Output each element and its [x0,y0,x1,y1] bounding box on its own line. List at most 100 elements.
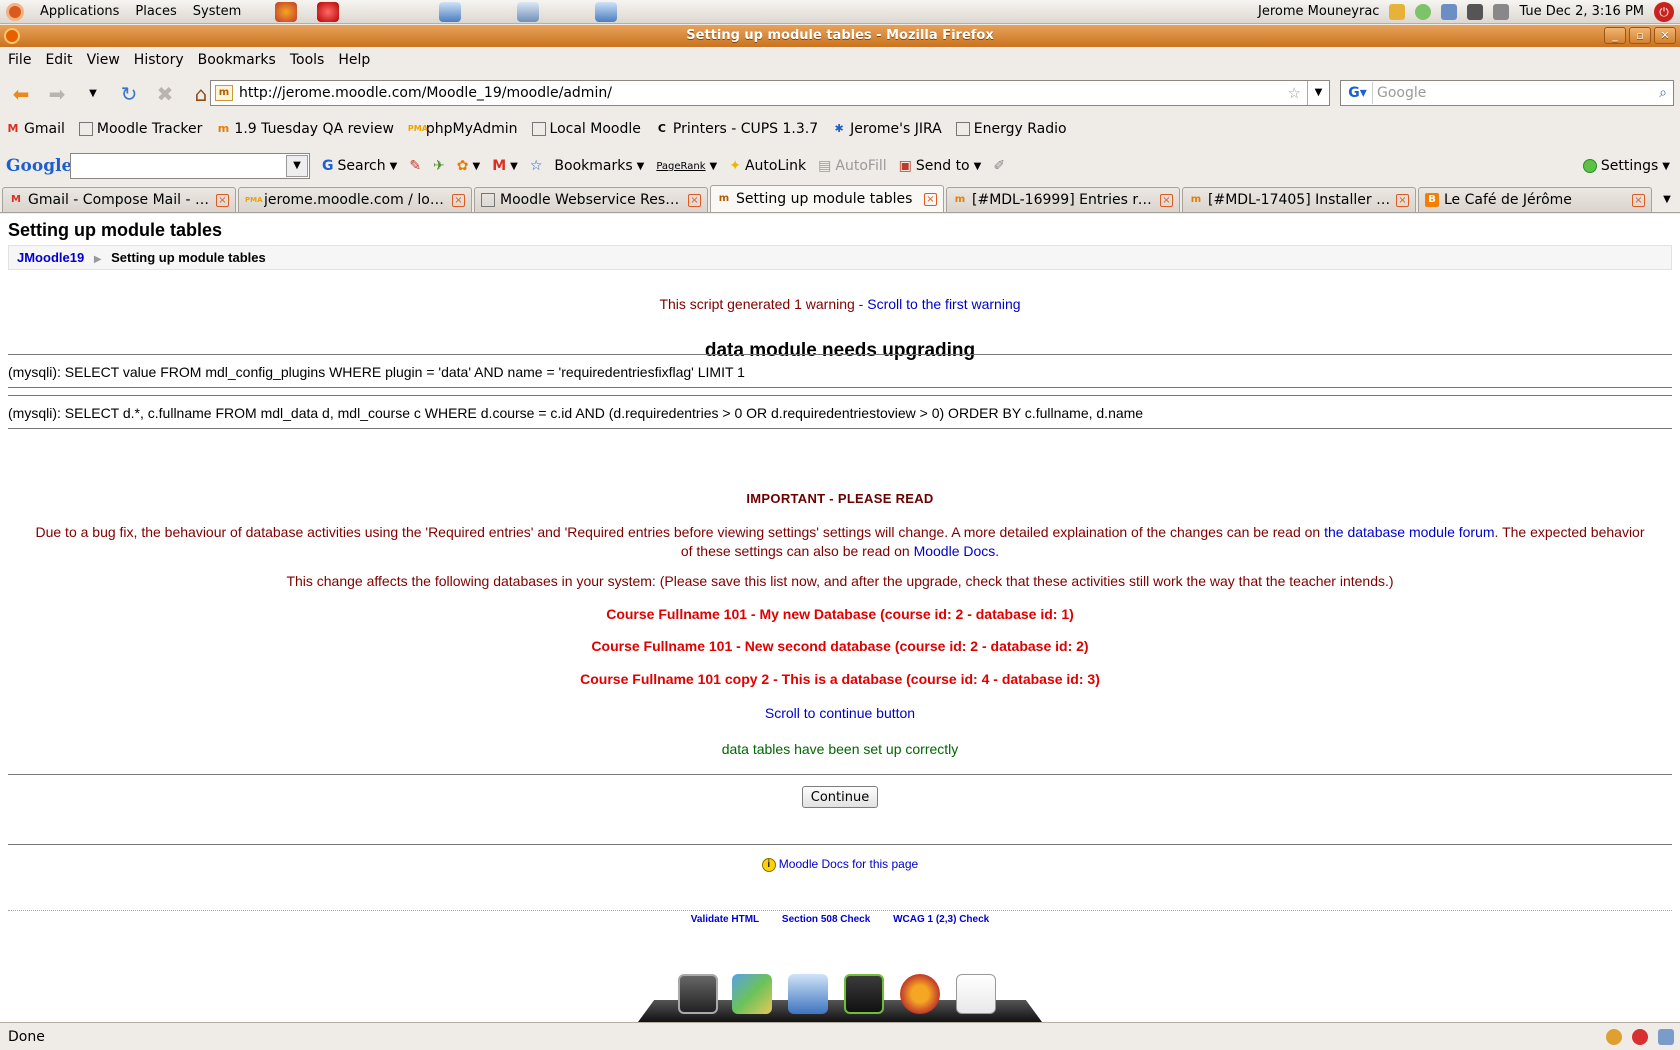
breadcrumb-root-link[interactable]: JMoodle19 [17,250,84,265]
url-dropdown-icon[interactable]: ▼ [1307,81,1329,105]
bookmark-moodle-tracker[interactable]: Moodle Tracker [78,121,202,137]
menu-help[interactable]: Help [338,52,370,68]
terminal-icon[interactable] [678,974,718,1014]
back-icon[interactable]: ⬅ [8,81,34,107]
bugfix-note: Due to a bug fix, the behaviour of datab… [35,524,1645,559]
section-508-link[interactable]: Section 508 Check [782,914,870,925]
update-icon[interactable] [1441,3,1458,20]
translate-icon[interactable]: ✈ [433,158,445,174]
bookmarks-star-icon[interactable]: ☆ [530,158,543,174]
system-menu[interactable]: System [193,4,241,19]
important-heading: IMPORTANT - PLEASE READ [746,491,934,506]
tab-le-cafe[interactable]: B Le Café de Jérôme × [1418,187,1652,212]
close-tab-icon[interactable]: × [452,193,465,207]
pagerank-indicator[interactable]: PageRank ▼ [656,161,717,172]
xchat-icon[interactable] [732,974,772,1014]
minimize-button[interactable]: _ [1604,27,1626,44]
tool-launcher-icon[interactable] [517,1,540,22]
virtualbox-launcher-icon[interactable] [439,1,462,22]
close-tab-icon[interactable]: × [1396,193,1409,207]
scroll-to-continue-link[interactable]: Scroll to continue button [765,705,915,721]
firefox-dock-icon[interactable] [900,974,940,1014]
close-tab-icon[interactable]: × [924,192,937,206]
close-tab-icon[interactable]: × [1160,193,1173,207]
tab-mdl-16999[interactable]: m [#MDL-16999] Entries req... × [946,187,1180,212]
keyboard-indicator-icon[interactable] [1389,3,1406,20]
google-bookmarks-button[interactable]: Bookmarks ▼ [554,158,644,174]
menu-file[interactable]: File [8,52,31,68]
bookmark-qa-review[interactable]: m 1.9 Tuesday QA review [216,121,394,137]
network-icon[interactable] [1415,3,1432,20]
system-monitor-icon[interactable] [844,974,884,1014]
google-search-button[interactable]: G Search ▼ [322,158,397,174]
menu-view[interactable]: View [87,52,120,68]
opera-launcher-icon[interactable] [317,1,340,22]
tab-phpmyadmin[interactable]: PMA jerome.moodle.com / local... × [238,187,472,212]
google-settings-button[interactable]: Settings ▼ [1582,158,1670,174]
moodle-docs-link[interactable]: Moodle Docs [914,543,996,559]
search-box[interactable]: G▾ Google ⌕ [1340,80,1674,106]
search-engine-icon[interactable]: G▾ [1343,82,1373,104]
autofill-button[interactable]: ▤ AutoFill [818,158,886,174]
extension-icon[interactable] [1658,1029,1674,1045]
validate-html-link[interactable]: Validate HTML [691,914,759,925]
continue-button[interactable]: Continue [802,786,878,808]
menu-bookmarks[interactable]: Bookmarks [198,52,276,68]
url-text[interactable]: http://jerome.moodle.com/Moodle_19/moodl… [239,85,612,101]
database-forum-link[interactable]: the database module forum [1324,524,1494,540]
bookmark-star-icon[interactable]: ☆ [1288,84,1301,102]
menu-tools[interactable]: Tools [290,52,325,68]
text-editor-icon[interactable] [956,974,996,1014]
search-placeholder[interactable]: Google [1377,85,1426,101]
places-menu[interactable]: Places [135,4,176,19]
close-window-button[interactable]: ✕ [1654,27,1676,44]
google-search-input[interactable]: ▼ [70,153,310,179]
url-bar[interactable]: m http://jerome.moodle.com/Moodle_19/moo… [210,80,1330,106]
virtualbox-icon[interactable] [788,974,828,1014]
autolink-button[interactable]: ✦ AutoLink [729,158,806,174]
menu-edit[interactable]: Edit [45,52,72,68]
error-icon[interactable] [1632,1029,1648,1045]
wcag-link[interactable]: WCAG 1 (2,3) Check [893,914,989,925]
menu-history[interactable]: History [134,52,184,68]
gadgets-icon[interactable]: ✿ ▼ [457,158,480,174]
tab-list-dropdown-icon[interactable]: ▼ [1654,187,1680,212]
addon-icon[interactable] [1606,1029,1622,1045]
history-dropdown-icon[interactable]: ▼ [80,81,106,107]
close-tab-icon[interactable]: × [1632,193,1645,207]
tab-setting-up-module-tables[interactable]: m Setting up module tables × [710,185,944,212]
window-titlebar[interactable]: Setting up module tables - Mozilla Firef… [0,25,1680,47]
clock[interactable]: Tue Dec 2, 3:16 PM [1519,4,1644,19]
pencil-icon[interactable]: ✐ [993,158,1005,174]
scroll-to-warning-link[interactable]: Scroll to the first warning [867,296,1020,312]
reload-icon[interactable]: ↻ [116,81,142,107]
send-to-button[interactable]: ▣ Send to ▼ [899,158,982,174]
cube-launcher-icon[interactable] [595,1,618,22]
bookmark-jira[interactable]: ✱ Jerome's JIRA [832,121,942,137]
close-tab-icon[interactable]: × [216,193,229,207]
stop-icon[interactable]: ✖ [152,81,178,107]
bookmark-energy-radio[interactable]: Energy Radio [955,121,1067,137]
bookmark-phpmyadmin[interactable]: PMA phpMyAdmin [408,121,518,137]
gmail-toolbar-icon[interactable]: M ▼ [492,158,518,174]
battery-icon[interactable] [1467,3,1484,20]
moodle-docs-page-link[interactable]: Moodle Docs for this page [779,857,918,871]
bookmark-gmail[interactable]: M Gmail [6,121,65,137]
tab-webservice[interactable]: Moodle Webservice Rest T... × [474,187,708,212]
close-tab-icon[interactable]: × [688,193,701,207]
user-name[interactable]: Jerome Mouneyrac [1258,4,1379,19]
applications-menu[interactable]: Applications [40,4,119,19]
search-icon[interactable]: ⌕ [1659,85,1667,101]
tab-mdl-17405[interactable]: m [#MDL-17405] Installer br... × [1182,187,1416,212]
bookmark-local-moodle[interactable]: Local Moodle [531,121,641,137]
news-icon[interactable]: ✎ [409,158,421,174]
maximize-button[interactable]: ▫ [1629,27,1651,44]
chevron-down-icon[interactable]: ▼ [286,155,308,177]
firefox-launcher-icon[interactable] [275,1,298,22]
forward-icon[interactable]: ➡ [44,81,70,107]
tab-gmail[interactable]: M Gmail - Compose Mail - m... × [2,187,236,212]
power-icon[interactable]: ⏻ [1654,1,1674,22]
volume-icon[interactable] [1493,3,1510,20]
ubuntu-logo-icon[interactable] [6,2,24,21]
bookmark-cups[interactable]: C Printers - CUPS 1.3.7 [655,121,818,137]
